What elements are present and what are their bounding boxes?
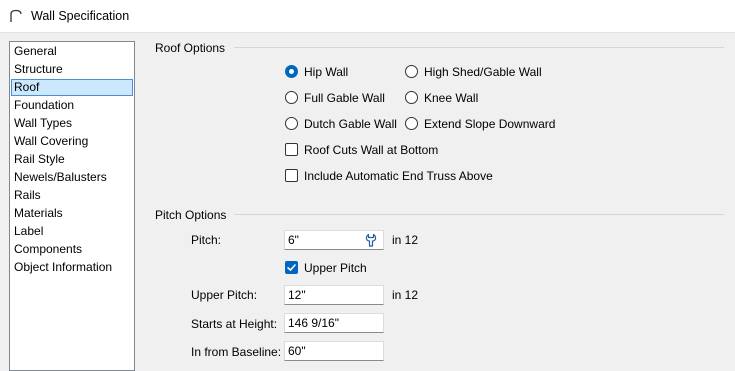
pitch-label: Pitch: xyxy=(191,233,222,247)
knee-wall-label[interactable]: Knee Wall xyxy=(424,91,478,105)
sidebar-item-rail-style[interactable]: Rail Style xyxy=(11,151,133,168)
include-end-truss-checkbox[interactable] xyxy=(285,169,298,182)
include-end-truss-label[interactable]: Include Automatic End Truss Above xyxy=(304,169,493,183)
extend-slope-downward-radio[interactable] xyxy=(405,117,418,130)
sidebar-item-rails[interactable]: Rails xyxy=(11,187,133,204)
hip-wall-label[interactable]: Hip Wall xyxy=(304,65,348,79)
sidebar-item-wall-covering[interactable]: Wall Covering xyxy=(11,133,133,150)
dutch-gable-wall-radio[interactable] xyxy=(285,117,298,130)
in-from-baseline-input[interactable]: 60" xyxy=(284,341,384,361)
checkmark-icon xyxy=(287,264,296,271)
sidebar-item-roof[interactable]: Roof xyxy=(11,79,133,96)
in-from-baseline-label: In from Baseline: xyxy=(191,345,282,359)
sidebar-item-wall-types[interactable]: Wall Types xyxy=(11,115,133,132)
roof-cuts-wall-checkbox[interactable] xyxy=(285,143,298,156)
arch-wall-icon xyxy=(10,9,22,22)
starts-at-height-label: Starts at Height: xyxy=(191,317,278,331)
pitch-options-divider xyxy=(234,214,724,215)
knee-wall-radio[interactable] xyxy=(405,91,418,104)
starts-at-height-input[interactable]: 146 9/16" xyxy=(284,313,384,333)
roof-options-heading: Roof Options xyxy=(155,41,226,55)
upper-pitch-unit: in 12 xyxy=(392,288,419,302)
pitch-options-heading: Pitch Options xyxy=(155,208,227,222)
upper-pitch-checkbox[interactable] xyxy=(285,261,298,274)
sidebar-item-label[interactable]: Label xyxy=(11,223,133,240)
dutch-gable-wall-label[interactable]: Dutch Gable Wall xyxy=(304,117,397,131)
extend-slope-downward-label[interactable]: Extend Slope Downward xyxy=(424,117,555,131)
roof-options-divider xyxy=(234,47,724,48)
wrench-icon[interactable] xyxy=(364,233,378,247)
roof-cuts-wall-label[interactable]: Roof Cuts Wall at Bottom xyxy=(304,143,438,157)
sidebar-item-newels-balusters[interactable]: Newels/Balusters xyxy=(11,169,133,186)
full-gable-wall-radio[interactable] xyxy=(285,91,298,104)
upper-pitch-input[interactable]: 12" xyxy=(284,285,384,305)
upper-pitch-label: Upper Pitch: xyxy=(191,288,258,302)
hip-wall-radio[interactable] xyxy=(285,65,298,78)
high-shed-gable-wall-label[interactable]: High Shed/Gable Wall xyxy=(424,65,542,79)
category-list[interactable]: General Structure Roof Foundation Wall T… xyxy=(9,41,135,371)
sidebar-item-structure[interactable]: Structure xyxy=(11,61,133,78)
title-bar: Wall Specification xyxy=(0,0,735,33)
high-shed-gable-wall-radio[interactable] xyxy=(405,65,418,78)
sidebar-item-object-information[interactable]: Object Information xyxy=(11,259,133,276)
sidebar-item-components[interactable]: Components xyxy=(11,241,133,258)
window-title: Wall Specification xyxy=(31,9,130,23)
sidebar-item-foundation[interactable]: Foundation xyxy=(11,97,133,114)
sidebar-item-general[interactable]: General xyxy=(11,43,133,60)
pitch-unit: in 12 xyxy=(392,233,419,247)
sidebar-item-materials[interactable]: Materials xyxy=(11,205,133,222)
upper-pitch-checkbox-label[interactable]: Upper Pitch xyxy=(304,261,367,275)
full-gable-wall-label[interactable]: Full Gable Wall xyxy=(304,91,385,105)
